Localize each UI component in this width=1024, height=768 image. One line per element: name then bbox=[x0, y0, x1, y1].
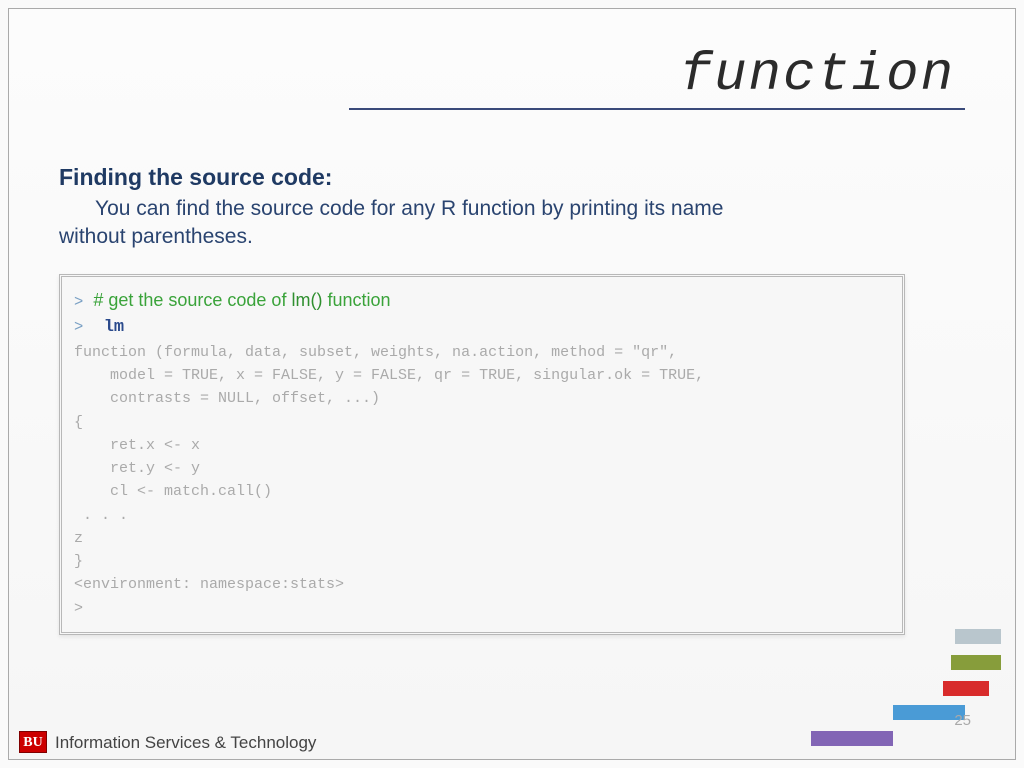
code-output: { bbox=[74, 411, 890, 434]
code-output: ret.x <- x bbox=[74, 434, 890, 457]
prompt-icon: > bbox=[74, 318, 83, 336]
code-box: > # get the source code of lm() function… bbox=[59, 274, 905, 635]
code-output: <environment: namespace:stats> bbox=[74, 573, 890, 596]
bu-logo: BU bbox=[19, 731, 47, 753]
section-heading: Finding the source code: bbox=[59, 164, 905, 191]
bar-silver-icon bbox=[955, 629, 1001, 644]
code-output: cl <- match.call() bbox=[74, 480, 890, 503]
code-output: model = TRUE, x = FALSE, y = FALSE, qr =… bbox=[74, 364, 890, 387]
code-output: function (formula, data, subset, weights… bbox=[74, 341, 890, 364]
slide-frame: function Finding the source code: You ca… bbox=[8, 8, 1016, 760]
title-underline bbox=[349, 108, 965, 110]
code-output: . . . bbox=[74, 504, 890, 527]
bar-red-icon bbox=[943, 681, 989, 696]
title-block: function bbox=[349, 45, 965, 110]
code-command: lm bbox=[83, 318, 124, 337]
desc-line-2: without parentheses. bbox=[59, 225, 253, 248]
content-block: Finding the source code: You can find th… bbox=[59, 164, 905, 635]
prompt-icon: > bbox=[74, 293, 83, 311]
bar-olive-icon bbox=[951, 655, 1001, 670]
section-description: You can find the source code for any R f… bbox=[59, 195, 905, 252]
code-output: } bbox=[74, 550, 890, 573]
slide-title: function bbox=[349, 45, 965, 106]
code-comment-line: > # get the source code of lm() function bbox=[74, 287, 890, 315]
code-output: contrasts = NULL, offset, ...) bbox=[74, 387, 890, 410]
desc-line-1: You can find the source code for any R f… bbox=[59, 197, 723, 220]
footer-text: Information Services & Technology bbox=[55, 733, 316, 753]
code-input-line: > lm bbox=[74, 315, 890, 341]
footer: BU Information Services & Technology bbox=[9, 727, 1015, 759]
code-output: ret.y <- y bbox=[74, 457, 890, 480]
code-comment: # get the source code of lm() function bbox=[83, 290, 390, 310]
code-output: z bbox=[74, 527, 890, 550]
